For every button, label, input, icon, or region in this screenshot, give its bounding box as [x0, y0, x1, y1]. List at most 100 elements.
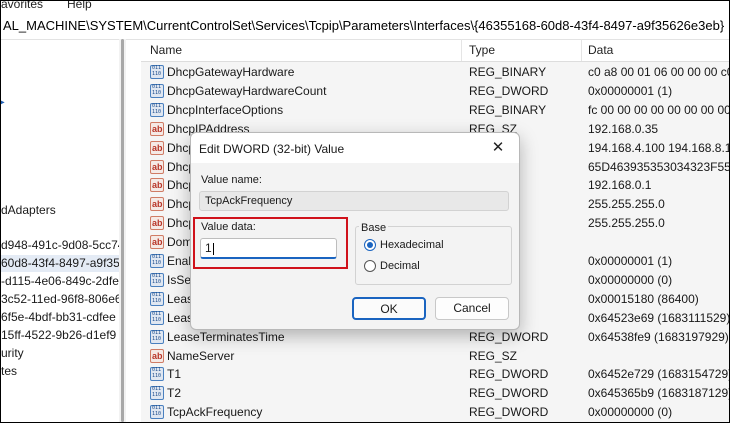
registry-editor-window: avorites Help AL_MACHINE\SYSTEM\CurrentC… [0, 0, 730, 423]
row-data: 255.255.255.0 [588, 216, 665, 231]
tree-item[interactable]: urity [1, 345, 119, 362]
row-data: 0x00015180 (86400) [588, 291, 699, 306]
hexadecimal-radio[interactable]: Hexadecimal [364, 238, 494, 254]
row-data: 255.255.255.0 [588, 197, 665, 212]
row-name[interactable]: DhcpInterfaceOptions [167, 103, 283, 117]
row-type: REG_BINARY [469, 102, 547, 117]
table-row[interactable]: DhcpInterfaceOptions REG_BINARY fc 00 00 0… [141, 101, 730, 120]
menu-help[interactable]: Help [67, 1, 92, 11]
string-value-icon [150, 197, 164, 212]
string-value-icon [150, 140, 164, 155]
binary-value-icon [150, 367, 164, 382]
table-row[interactable]: NameServer REG_SZ [141, 347, 729, 366]
column-divider[interactable] [461, 39, 462, 61]
binary-value-icon [150, 102, 164, 117]
decimal-radio[interactable]: Decimal [364, 259, 494, 275]
radio-selected-icon[interactable] [364, 239, 376, 251]
tree-item[interactable]: tes [1, 363, 119, 380]
row-data: 194.168.4.100 194.168.8.100 [588, 140, 730, 155]
table-row[interactable]: T2 REG_DWORD 0x645365b9 (1683187129) [141, 384, 730, 403]
row-name[interactable]: Dom [167, 235, 192, 249]
row-name[interactable]: DhcpGatewayHardwareCount [167, 84, 326, 98]
table-row[interactable]: DhcpGatewayHardware REG_BINARY c0 a8 00 01… [141, 63, 730, 82]
tree-scrollbar[interactable] [119, 39, 126, 422]
row-name[interactable]: TcpAckFrequency [167, 405, 262, 419]
value-data-label: Value data: [201, 221, 256, 233]
base-groupbox [355, 226, 512, 285]
row-type: REG_DWORD [469, 367, 549, 382]
column-header-data[interactable]: Data [588, 43, 613, 57]
tree-item[interactable]: dAdapters [1, 202, 119, 219]
row-data: 0x64538fe9 (1683197929) [588, 329, 729, 344]
binary-value-icon [150, 272, 164, 287]
column-header-name[interactable]: Name [150, 43, 182, 57]
binary-value-icon [150, 65, 164, 79]
menu-bar: avorites Help [1, 1, 729, 13]
tree-item-selected[interactable]: 60d8-43f4-8497-a9f356 [1, 255, 119, 272]
row-data: 0x00000001 (1) [588, 83, 673, 98]
dialog-title: Edit DWORD (32-bit) Value [199, 142, 345, 156]
value-name-label: Value name: [201, 174, 262, 186]
row-name[interactable]: NameServer [167, 349, 234, 363]
row-data: fc 00 00 00 00 00 00 00 00 00 [588, 102, 730, 117]
text-caret [212, 242, 214, 255]
string-value-icon [150, 121, 164, 136]
row-name[interactable]: DhcpGatewayHardware [167, 65, 294, 79]
binary-value-icon [150, 254, 164, 268]
binary-value-icon [150, 83, 164, 98]
dialog-titlebar[interactable]: Edit DWORD (32-bit) Value ✕ [191, 133, 519, 163]
column-header-type[interactable]: Type [469, 43, 495, 57]
row-name[interactable]: T1 [167, 367, 181, 381]
ok-button[interactable]: OK [352, 297, 426, 320]
edit-dword-dialog: Edit DWORD (32-bit) Value ✕ Value name: … [190, 132, 520, 330]
binary-value-icon [150, 386, 164, 401]
row-name[interactable]: LeaseTerminatesTime [167, 330, 285, 344]
string-value-icon [150, 159, 164, 174]
menu-favorites[interactable]: avorites [1, 1, 43, 11]
row-type: REG_SZ [469, 348, 518, 363]
table-row[interactable]: T1 REG_DWORD 0x6452e729 (1683154729) [141, 365, 730, 384]
tree-expand-icon[interactable]: ▶ [1, 97, 5, 108]
base-label: Base [359, 222, 389, 234]
tree-item[interactable]: d948-491c-9d08-5cc74 [1, 237, 119, 254]
scrollbar-thumb[interactable] [121, 39, 124, 422]
tree-item[interactable]: 15ff-4522-9b26-d1ef9 [1, 327, 119, 344]
hexadecimal-label[interactable]: Hexadecimal [380, 239, 444, 251]
binary-value-icon [150, 310, 164, 325]
row-data: 65D463935353034323F55485 [588, 159, 730, 174]
value-data-text[interactable]: 1 [205, 241, 212, 255]
list-header: Name Type Data [141, 39, 729, 62]
row-data: 0x00000001 (1) [588, 254, 673, 268]
row-type: REG_DWORD [469, 329, 549, 344]
value-data-input[interactable]: 1 [200, 238, 337, 259]
binary-value-icon [150, 405, 164, 420]
row-data: 0x00000000 (0) [588, 405, 673, 420]
row-type: REG_DWORD [469, 386, 549, 401]
string-value-icon [150, 235, 164, 250]
row-data: 0x645365b9 (1683187129) [588, 386, 730, 401]
tree-item[interactable]: 3c52-11ed-96f8-806e6 [1, 291, 119, 308]
table-row[interactable]: LeaseTerminatesTime REG_DWORD 0x64538fe9 (… [141, 328, 729, 347]
row-data: c0 a8 00 01 06 00 00 00 c0 0 [588, 65, 730, 79]
tree-item[interactable]: 6f5e-4bdf-bb31-cdfee [1, 309, 119, 326]
address-bar[interactable]: AL_MACHINE\SYSTEM\CurrentControlSet\Serv… [1, 13, 729, 40]
row-name[interactable]: T2 [167, 386, 181, 400]
binary-value-icon [150, 291, 164, 306]
binary-value-icon [150, 329, 164, 344]
table-row[interactable]: TcpAckFrequency REG_DWORD 0x00000000 (0) [141, 403, 729, 422]
close-icon[interactable]: ✕ [483, 137, 513, 159]
decimal-label[interactable]: Decimal [380, 260, 420, 272]
string-value-icon [150, 178, 164, 193]
row-type: REG_DWORD [469, 83, 549, 98]
address-path[interactable]: AL_MACHINE\SYSTEM\CurrentControlSet\Serv… [3, 18, 724, 33]
row-type: REG_DWORD [469, 405, 549, 420]
radio-unselected-icon[interactable] [364, 260, 376, 272]
cancel-button[interactable]: Cancel [435, 297, 509, 320]
row-type: REG_BINARY [469, 65, 547, 79]
column-divider[interactable] [581, 39, 582, 61]
row-data: 0x6452e729 (1683154729) [588, 367, 730, 382]
row-data: 192.168.0.35 [588, 121, 659, 136]
row-data: 0x64523e69 (1683111529) [588, 310, 730, 325]
tree-item[interactable]: -d115-4e06-849c-2dfe6 [1, 273, 119, 290]
table-row[interactable]: DhcpGatewayHardwareCount REG_DWORD 0x00000… [141, 82, 729, 101]
